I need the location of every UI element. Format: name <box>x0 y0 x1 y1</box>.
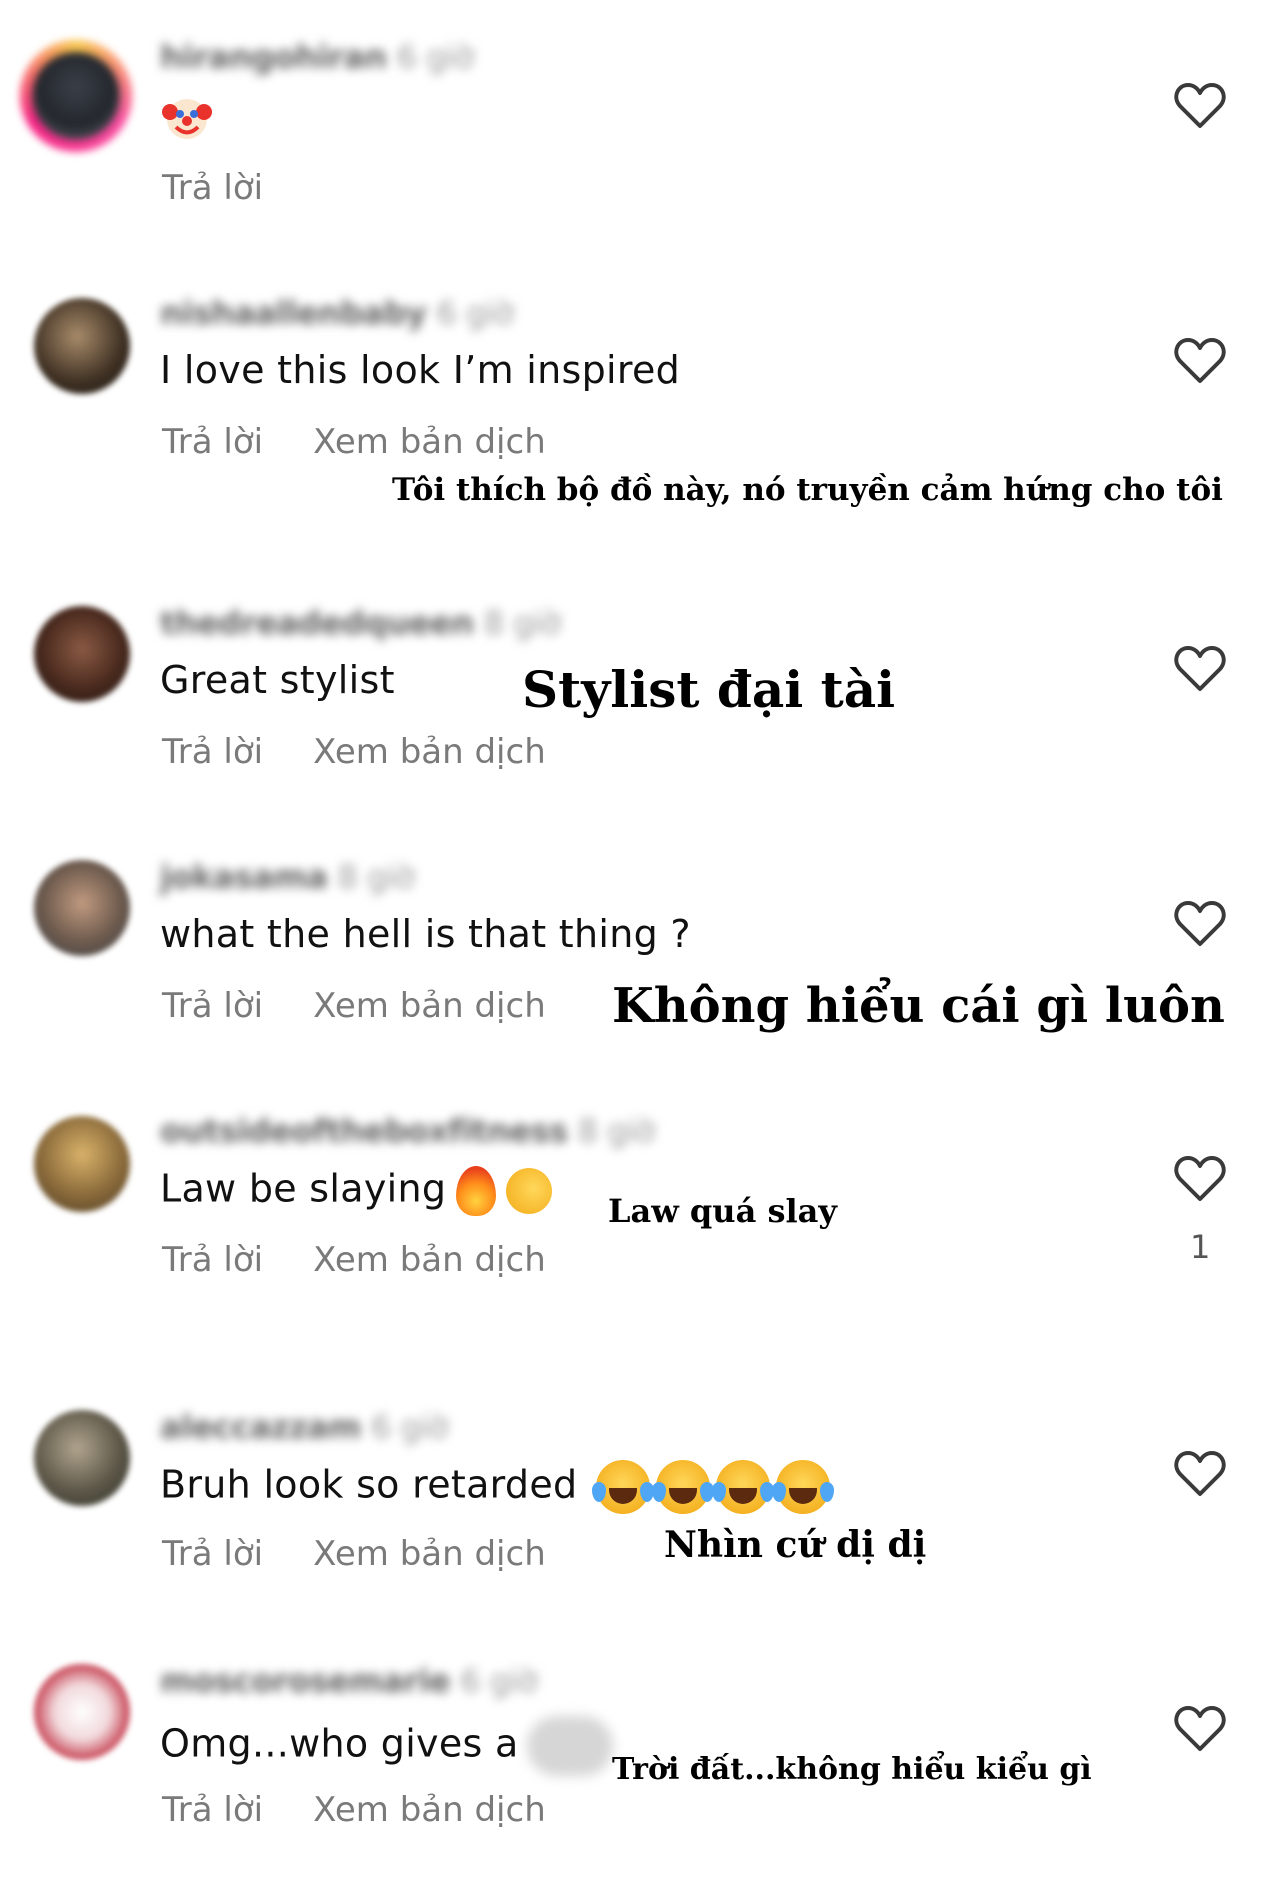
comment-actions: Trả lời Xem bản dịch <box>162 422 546 462</box>
comment-text: Law be slaying <box>160 1166 553 1216</box>
translation-overlay: Tôi thích bộ đồ này, nó truyền cảm hứng … <box>392 472 1223 508</box>
heart-outline-icon[interactable] <box>1174 82 1226 130</box>
face-with-tears-of-joy-icon <box>591 1460 654 1514</box>
fire-icon <box>456 1166 497 1216</box>
translation-overlay: Law quá slay <box>608 1192 837 1230</box>
reply-button[interactable]: Trả lời <box>162 986 263 1026</box>
avatar[interactable] <box>34 860 130 956</box>
avatar[interactable] <box>34 1664 130 1760</box>
translation-overlay: Không hiểu cái gì luôn <box>612 978 1225 1034</box>
comment-text: what the hell is that thing ? <box>160 912 691 956</box>
comment-text: Bruh look so retarded <box>160 1460 834 1514</box>
reply-button[interactable]: Trả lời <box>162 168 263 208</box>
avatar[interactable] <box>20 40 132 152</box>
comment-actions: Trả lời Xem bản dịch <box>162 1790 546 1830</box>
username[interactable]: outsideoftheboxfitness 8 giờ <box>160 1112 655 1150</box>
translation-overlay: Stylist đại tài <box>522 660 896 719</box>
heart-outline-icon[interactable] <box>1174 1155 1226 1203</box>
translation-overlay: Nhìn cứ dị dị <box>664 1524 927 1566</box>
username[interactable]: aleccazzam 6 giờ <box>160 1408 448 1446</box>
heart-outline-icon[interactable] <box>1174 1705 1226 1753</box>
heart-outline-icon[interactable] <box>1174 1450 1226 1498</box>
face-with-tears-of-joy-icon <box>711 1460 774 1514</box>
see-translation-button[interactable]: Xem bản dịch <box>313 732 546 772</box>
username[interactable]: nishaallenbaby 6 giờ <box>160 294 514 332</box>
heart-outline-icon[interactable] <box>1174 900 1226 948</box>
comment-actions: Trả lời Xem bản dịch <box>162 1534 546 1574</box>
translation-overlay: Trời đất...không hiểu kiểu gì <box>612 1752 1092 1787</box>
comment-text: I love this look I’m inspired <box>160 348 681 392</box>
like-count: 1 <box>1190 1228 1211 1266</box>
reply-button[interactable]: Trả lời <box>162 422 263 462</box>
see-translation-button[interactable]: Xem bản dịch <box>313 1790 546 1830</box>
reply-button[interactable]: Trả lời <box>162 1534 263 1574</box>
comment-actions: Trả lời Xem bản dịch <box>162 1240 546 1280</box>
comment-text: Great stylist <box>160 658 395 702</box>
username[interactable]: thedreadedqueen 8 giờ <box>160 604 561 642</box>
face-with-tears-of-joy-icon <box>651 1460 714 1514</box>
username[interactable]: jokasama 8 giờ <box>160 858 415 896</box>
heart-outline-icon[interactable] <box>1174 645 1226 693</box>
backhand-index-pointing-left-icon <box>506 1168 553 1214</box>
reply-button[interactable]: Trả lời <box>162 1240 263 1280</box>
username[interactable]: hirangohiran 6 giờ <box>160 38 474 76</box>
reply-button[interactable]: Trả lời <box>162 1790 263 1830</box>
avatar[interactable] <box>34 1116 130 1212</box>
comment-actions: Trả lời Xem bản dịch <box>162 732 546 772</box>
see-translation-button[interactable]: Xem bản dịch <box>313 422 546 462</box>
comment-actions: Trả lời <box>162 168 313 208</box>
avatar[interactable] <box>34 298 130 394</box>
see-translation-button[interactable]: Xem bản dịch <box>313 1534 546 1574</box>
blurred-emoji <box>526 1716 613 1776</box>
avatar[interactable] <box>34 606 130 702</box>
heart-outline-icon[interactable] <box>1174 337 1226 385</box>
face-with-tears-of-joy-icon <box>771 1460 834 1514</box>
see-translation-button[interactable]: Xem bản dịch <box>313 986 546 1026</box>
see-translation-button[interactable]: Xem bản dịch <box>313 1240 546 1280</box>
clown-face-icon <box>162 99 212 139</box>
username[interactable]: moscorosemarie 6 giờ <box>160 1662 538 1700</box>
reply-button[interactable]: Trả lời <box>162 732 263 772</box>
comment-actions: Trả lời Xem bản dịch <box>162 986 546 1026</box>
comment-text: Omg...who gives a <box>160 1716 613 1776</box>
avatar[interactable] <box>34 1410 130 1506</box>
